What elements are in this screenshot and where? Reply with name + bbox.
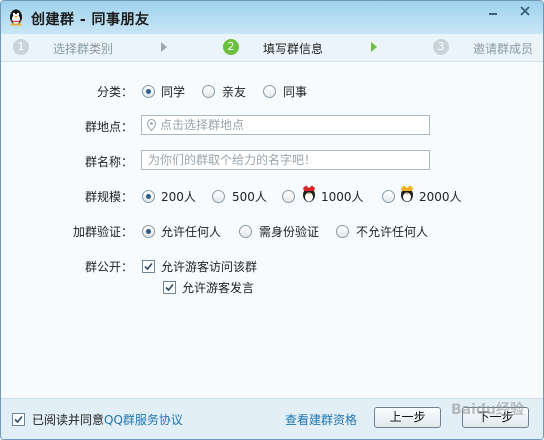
size-option-label: 2000人 (419, 190, 462, 204)
step-2-number: 2 (223, 39, 239, 55)
allow-visitor-checkbox[interactable] (142, 260, 155, 273)
group-name-placeholder: 为你们的群取个给力的名字吧！ (148, 153, 317, 167)
group-public-label: 群公开： (84, 260, 133, 274)
category-label: 分类： (96, 85, 133, 99)
size-radio-500[interactable] (212, 190, 225, 203)
location-input[interactable]: 点击选择群地点 (141, 115, 430, 135)
verify-option-label: 需身份验证 (259, 225, 320, 239)
join-verify-label: 加群验证： (72, 225, 133, 239)
qq-penguin-icon (10, 9, 22, 26)
category-radio-family[interactable] (202, 85, 215, 98)
map-pin-icon (147, 119, 156, 131)
baidu-watermark: Baidu经验 (451, 402, 524, 418)
wizard-steps: 1 选择群类别 2 填写群信息 3 邀请群成员 (1, 34, 543, 62)
prev-step-button[interactable]: 上一步 (374, 407, 441, 428)
checkmark-icon (165, 283, 174, 292)
allow-visitor-speak-label: 允许游客发言 (182, 281, 255, 295)
step-1-label: 选择群类别 (53, 42, 114, 56)
checkmark-icon (144, 262, 153, 271)
minimize-button[interactable] (479, 1, 507, 23)
svip-penguin-icon (401, 185, 413, 202)
location-label: 群地点： (84, 120, 133, 134)
group-name-label: 群名称： (84, 155, 133, 169)
verify-radio-identity[interactable] (239, 225, 252, 238)
verify-radio-nobody[interactable] (336, 225, 349, 238)
location-placeholder: 点击选择群地点 (160, 118, 245, 132)
service-agreement-link[interactable]: QQ群服务协议 (104, 411, 183, 428)
category-radio-colleague[interactable] (263, 85, 276, 98)
category-option-label: 同学 (161, 85, 186, 99)
allow-visitor-speak-checkbox[interactable] (163, 281, 176, 294)
allow-visitor-label: 允许游客访问该群 (161, 260, 258, 274)
step-arrow-icon (371, 42, 377, 52)
step-2-label: 填写群信息 (263, 42, 324, 56)
category-option-label: 同事 (283, 85, 308, 99)
group-size-label: 群规模： (84, 190, 133, 204)
agree-checkbox[interactable] (12, 413, 25, 426)
step-1-number: 1 (13, 39, 29, 55)
create-group-window: 创建群 - 同事朋友 1 选择群类别 2 填写群信息 3 邀请群成员 分类： 同… (0, 0, 544, 440)
close-icon (520, 6, 530, 16)
category-radio-classmate[interactable] (142, 85, 155, 98)
agree-text: 已阅读并同意 (32, 413, 105, 427)
verify-option-label: 不允许任何人 (356, 225, 429, 239)
vip-penguin-icon (303, 185, 315, 202)
checkmark-icon (14, 415, 23, 424)
size-option-label: 500人 (232, 190, 267, 204)
group-name-input[interactable]: 为你们的群取个给力的名字吧！ (141, 150, 430, 170)
title-bar[interactable]: 创建群 - 同事朋友 (1, 1, 543, 34)
size-option-label: 200人 (161, 190, 196, 204)
verify-option-label: 允许任何人 (161, 225, 222, 239)
step-3-number: 3 (433, 39, 449, 55)
size-radio-2000[interactable] (382, 190, 395, 203)
size-option-label: 1000人 (321, 190, 364, 204)
size-radio-1000[interactable] (282, 190, 295, 203)
step-arrow-icon (161, 42, 167, 52)
size-radio-200[interactable] (142, 190, 155, 203)
view-qualification-link[interactable]: 查看建群资格 (285, 411, 357, 428)
step-3-label: 邀请群成员 (473, 42, 534, 56)
verify-radio-anyone[interactable] (142, 225, 155, 238)
minimize-icon (489, 13, 497, 15)
close-button[interactable] (511, 1, 539, 23)
window-title: 创建群 - 同事朋友 (31, 12, 150, 28)
category-option-label: 亲友 (222, 85, 247, 99)
